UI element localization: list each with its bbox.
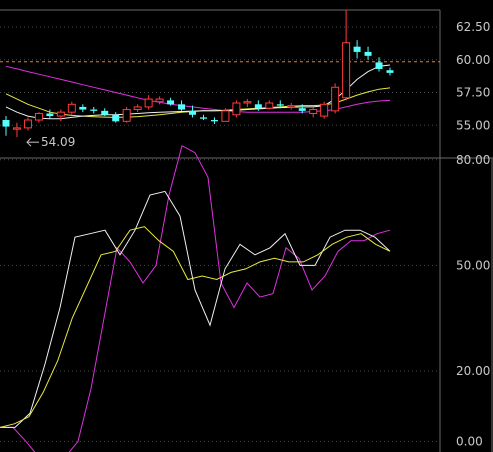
candle-body [221,110,230,122]
low-price-label: 54.09 [41,135,75,149]
price-tick-label: 55.00 [456,118,490,132]
candle-body [178,104,186,110]
candle-body [189,110,197,115]
candle-body [331,86,340,112]
candle-body [122,109,131,122]
candle-body [12,127,21,130]
candle-body [320,103,329,117]
candle-body [2,120,10,127]
chart-canvas: 54.09 62.50 60.00 57.50 55.00 80.00 50.00 20.… [0,9,493,452]
indicator-tick-label: 50.00 [456,258,490,272]
indicator-line-1 [0,144,391,452]
candle-body [386,70,394,73]
indicator-axis: 80.00 50.00 20.00 0.00 [456,153,490,449]
candle-body [46,113,54,117]
price-annotation-layer: 54.09 [26,135,75,149]
indicator-tick-label: 0.00 [456,434,483,448]
candle-body [298,108,306,111]
candle-body [353,46,361,52]
indicator-line-3 [0,226,391,428]
candle-body [254,104,262,109]
candle-body [167,100,175,105]
frame-lines [0,9,493,452]
indicator-grid [0,159,440,442]
candle-body [265,102,274,109]
price-tick-label: 57.50 [456,86,490,100]
indicator-tick-label: 20.00 [456,364,490,378]
candle-body [101,110,109,115]
candle-body [375,62,383,69]
candle-body [79,106,87,110]
indicator-line-2 [0,190,391,428]
candlestick-layer [2,10,394,138]
indicator-tick-label: 80.00 [456,153,490,167]
candle-body [155,98,164,103]
candle-body [144,98,153,108]
candle-body [309,109,318,114]
candle-body [243,101,252,104]
candle-body [133,106,142,111]
price-axis: 62.50 60.00 57.50 55.00 [456,20,490,132]
candle-body [210,120,218,122]
candle-body [342,42,351,99]
candle-body [276,104,284,106]
candle-body [34,112,43,121]
candle-body [364,51,372,56]
candle-body [199,117,207,119]
candle-body [232,102,241,116]
price-tick-label: 60.00 [456,53,490,67]
candle-body [112,114,120,122]
indicator-lines [0,144,391,452]
candle-body [287,105,296,108]
candle-body [23,119,32,129]
candle-body [90,109,98,111]
candle-body [67,103,76,113]
price-tick-label: 62.50 [456,20,490,34]
candle-body [56,111,65,117]
